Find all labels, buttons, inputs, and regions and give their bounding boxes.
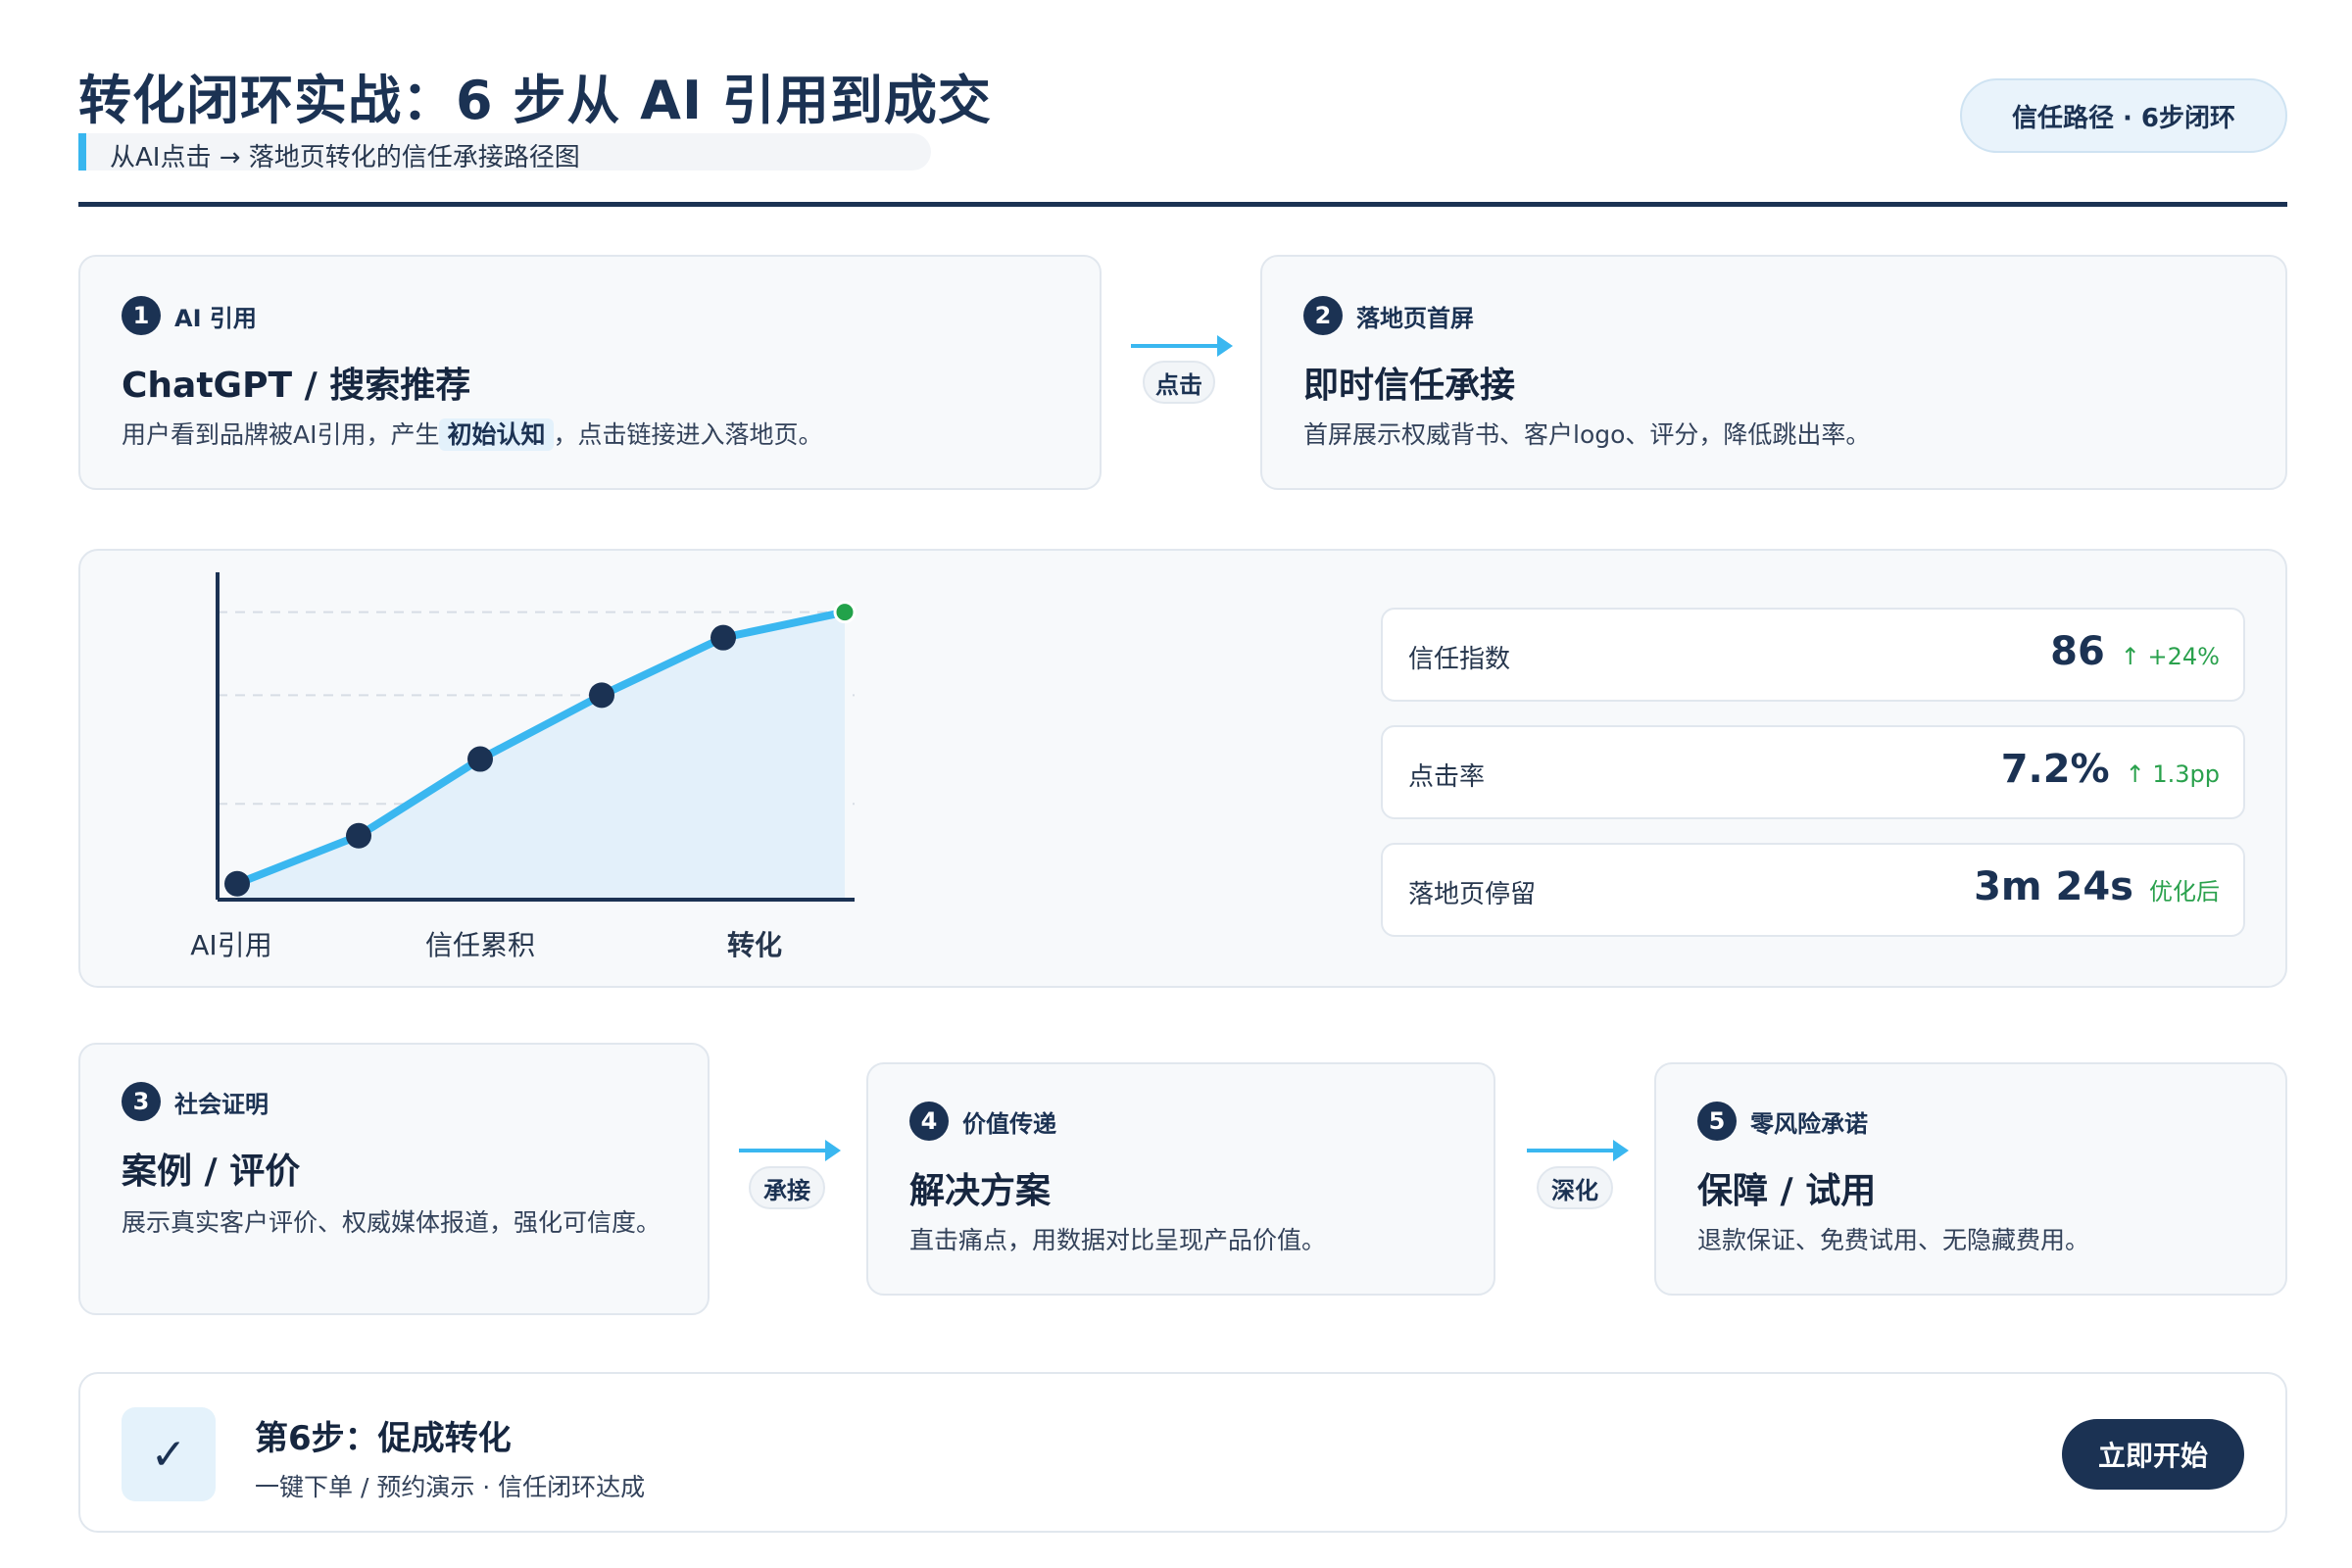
step-desc-text: 用户看到品牌被AI引用，产生 xyxy=(122,420,440,449)
metric-card-dwell-time: 落地页停留 3m 24s 优化后 xyxy=(1381,843,2245,937)
step-tag: 落地页首屏 xyxy=(1356,304,1474,332)
connector-line xyxy=(1131,344,1219,348)
metric-label: 信任指数 xyxy=(1408,645,1511,674)
final-step-subtitle: 一键下单 / 预约演示 · 信任闭环达成 xyxy=(255,1473,646,1501)
step-title: ChatGPT / 搜索推荐 xyxy=(122,366,471,406)
header-divider xyxy=(78,202,2287,207)
step-number: 3 xyxy=(122,1082,161,1121)
page-subtitle: 从AI点击 → 落地页转化的信任承接路径图 xyxy=(110,143,580,172)
arrow-right-icon xyxy=(1613,1140,1629,1161)
metric-values: 7.2% ↑ 1.3pp xyxy=(2001,747,2220,792)
final-step-card: ✓ 第6步：促成转化 一键下单 / 预约演示 · 信任闭环达成 立即开始 xyxy=(78,1372,2287,1533)
step-card-3: 3 社会证明 案例 / 评价 展示真实客户评价、权威媒体报道，强化可信度。 xyxy=(78,1043,710,1315)
step-title: 即时信任承接 xyxy=(1303,366,1516,406)
arrow-right-icon xyxy=(1217,335,1233,357)
step-description: 直击痛点，用数据对比呈现产品价值。 xyxy=(909,1226,1327,1254)
connector-label: 承接 xyxy=(749,1166,825,1209)
metric-value: 86 xyxy=(2050,629,2105,674)
final-step-title: 第6步：促成转化 xyxy=(255,1419,512,1458)
metric-label: 落地页停留 xyxy=(1408,880,1537,909)
metric-card-trust-index: 信任指数 86 ↑ +24% xyxy=(1381,608,2245,702)
chart-point xyxy=(224,870,250,897)
metric-value: 7.2% xyxy=(2000,747,2110,792)
step-number: 5 xyxy=(1697,1102,1737,1141)
step-title: 案例 / 评价 xyxy=(122,1152,301,1192)
step-number: 1 xyxy=(122,296,161,335)
chart-x-tick-label: 信任累积 xyxy=(425,929,535,961)
step-card-2: 2 落地页首屏 即时信任承接 首屏展示权威背书、客户logo、评分，降低跳出率。 xyxy=(1260,255,2287,490)
step-tag: 社会证明 xyxy=(174,1090,269,1118)
connector-line xyxy=(739,1149,827,1152)
step-description: 展示真实客户评价、权威媒体报道，强化可信度。 xyxy=(122,1208,662,1237)
page: 转化闭环实战：6 步从 AI 引用到成交 从AI点击 → 落地页转化的信任承接路… xyxy=(0,0,2352,1568)
metric-values: 86 ↑ +24% xyxy=(2050,629,2220,674)
header-badge: 信任路径 · 6步闭环 xyxy=(1960,78,2287,153)
metric-delta: 优化后 xyxy=(2149,878,2220,906)
connector-line xyxy=(1527,1149,1615,1152)
step-title: 保障 / 试用 xyxy=(1697,1171,1877,1211)
step-desc-text-end: ，点击链接进入落地页。 xyxy=(553,420,823,449)
page-title: 转化闭环实战：6 步从 AI 引用到成交 xyxy=(78,70,992,131)
chart-point xyxy=(589,682,614,709)
subtitle-accent-bar xyxy=(78,133,86,171)
step-tag: 零风险承诺 xyxy=(1750,1109,1868,1138)
chart-point xyxy=(346,822,371,849)
metric-card-ctr: 点击率 7.2% ↑ 1.3pp xyxy=(1381,725,2245,819)
step-description: 首屏展示权威背书、客户logo、评分，降低跳出率。 xyxy=(1303,420,1871,449)
step-tag: AI 引用 xyxy=(174,304,257,332)
arrow-right-icon xyxy=(825,1140,841,1161)
step-header: 4 价值传递 xyxy=(909,1102,1056,1141)
step-card-1: 1 AI 引用 ChatGPT / 搜索推荐 用户看到品牌被AI引用，产生 初始认… xyxy=(78,255,1102,490)
step-number: 2 xyxy=(1303,296,1343,335)
chart-point-conversion xyxy=(833,601,857,624)
step-header: 3 社会证明 xyxy=(122,1082,269,1121)
step-card-4: 4 价值传递 解决方案 直击痛点，用数据对比呈现产品价值。 xyxy=(866,1062,1495,1296)
step-number: 4 xyxy=(909,1102,949,1141)
chart-area-fill xyxy=(237,612,845,900)
step-description: 用户看到品牌被AI引用，产生 初始认知 ，点击链接进入落地页。 xyxy=(122,416,1082,455)
metric-delta: ↑ 1.3pp xyxy=(2125,760,2220,788)
connector-label: 点击 xyxy=(1143,361,1215,404)
chart-point xyxy=(710,624,736,651)
step-header: 5 零风险承诺 xyxy=(1697,1102,1868,1141)
chart-x-tick-label: 转化 xyxy=(727,929,782,961)
step-description: 退款保证、免费试用、无隐藏费用。 xyxy=(1697,1226,2090,1254)
step-tag: 价值传递 xyxy=(962,1109,1056,1138)
start-now-button[interactable]: 立即开始 xyxy=(2062,1419,2244,1490)
trust-chart-panel: AI引用 信任累积 转化 信任指数 86 ↑ +24% 点击率 7.2% ↑ 1.3… xyxy=(78,549,2287,988)
metric-values: 3m 24s 优化后 xyxy=(1974,864,2220,909)
metric-delta: ↑ +24% xyxy=(2120,643,2220,670)
chart-x-tick-label: AI引用 xyxy=(190,929,271,961)
chart-point xyxy=(467,746,493,772)
trust-line-chart: AI引用 信任累积 转化 xyxy=(190,572,857,961)
metric-value: 3m 24s xyxy=(1974,864,2133,909)
metric-label: 点击率 xyxy=(1408,762,1486,792)
step-title: 解决方案 xyxy=(909,1171,1052,1211)
step-card-5: 5 零风险承诺 保障 / 试用 退款保证、免费试用、无隐藏费用。 xyxy=(1654,1062,2287,1296)
check-icon: ✓ xyxy=(122,1407,216,1501)
connector-label: 深化 xyxy=(1537,1166,1613,1209)
subtitle-banner: 从AI点击 → 落地页转化的信任承接路径图 xyxy=(78,133,931,172)
step-header: 1 AI 引用 xyxy=(122,296,257,335)
step-header: 2 落地页首屏 xyxy=(1303,296,1474,335)
step-desc-highlight: 初始认知 xyxy=(439,418,554,451)
